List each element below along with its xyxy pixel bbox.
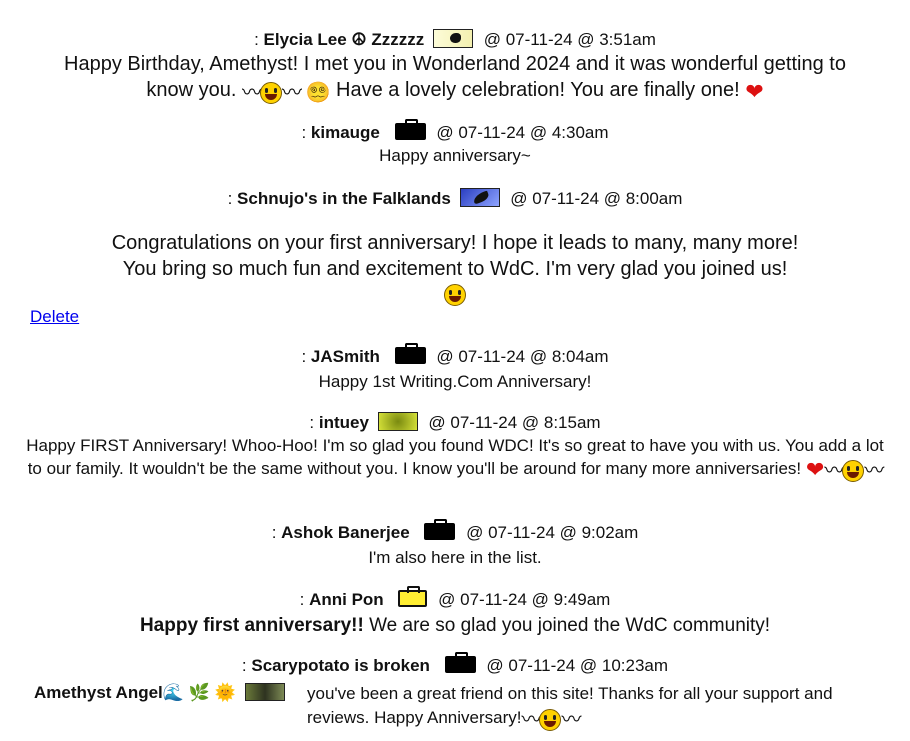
comment-header: : Anni Pon @ 07-11-24 @ 9:49am <box>299 586 611 609</box>
comment-header: : Elycia Lee ☮ Zzzzzz @ 07-11-24 @ 3:51a… <box>254 29 656 49</box>
comment-message: Happy Birthday, Amethyst! I met you in W… <box>64 53 846 104</box>
timestamp: @ 07-11-24 @ 8:00am <box>510 189 683 208</box>
signature-image-dark <box>244 683 285 701</box>
author-name[interactable]: kimauge <box>311 123 380 142</box>
hug-emoji-icon: 〰〰 <box>521 709 581 731</box>
comment-message: you've been a great friend on this site!… <box>307 684 833 731</box>
author-name[interactable]: Scarypotato is broken <box>251 656 430 675</box>
timestamp: @ 07-11-24 @ 8:15am <box>428 413 601 432</box>
comment-entry: : JASmith @ 07-11-24 @ 8:04am Happy 1st … <box>0 343 910 393</box>
timestamp: @ 07-11-24 @ 9:49am <box>438 590 611 609</box>
heart-icon: ❤ <box>745 79 764 104</box>
briefcase-icon-yellow <box>398 586 428 607</box>
comment-header: : kimauge @ 07-11-24 @ 4:30am <box>301 119 609 142</box>
comment-message: Happy anniversary~ <box>379 146 531 165</box>
dizzy-face-icon: 😵‍💫 <box>305 82 331 104</box>
author-name[interactable]: Ashok Banerjee <box>281 523 410 542</box>
comment-message: Happy FIRST Anniversary! Whoo-Hoo! I'm s… <box>26 436 884 482</box>
author-name[interactable]: intuey <box>319 413 369 432</box>
comment-header: : JASmith @ 07-11-24 @ 8:04am <box>301 343 609 366</box>
grinning-face-icon <box>444 284 466 306</box>
herb-icon: 🌿 <box>188 683 210 702</box>
comment-header: : Ashok Banerjee @ 07-11-24 @ 9:02am <box>271 519 639 542</box>
comment-message: Congratulations on your first anniversar… <box>0 230 910 308</box>
signature-name: Amethyst Angel <box>34 683 163 702</box>
briefcase-icon <box>394 119 426 140</box>
comment-message: Happy first anniversary!! We are so glad… <box>139 615 771 636</box>
briefcase-icon <box>394 343 426 364</box>
delete-container: Delete <box>30 307 79 327</box>
comment-entry: : Schnujo's in the Falklands @ 07-11-24 … <box>0 188 910 308</box>
comment-message: I'm also here in the list. <box>368 548 542 567</box>
heart-icon: ❤ <box>805 457 825 482</box>
timestamp: @ 07-11-24 @ 8:04am <box>436 347 609 366</box>
timestamp: @ 07-11-24 @ 4:30am <box>436 123 609 142</box>
hug-emoji-icon: 〰〰 <box>242 82 302 104</box>
timestamp: @ 07-11-24 @ 9:02am <box>466 523 639 542</box>
author-name[interactable]: Schnujo's in the Falklands <box>237 189 451 208</box>
comment-message: Happy 1st Writing.Com Anniversary! <box>318 372 592 391</box>
timestamp: @ 07-11-24 @ 10:23am <box>486 656 669 675</box>
comment-header: : intuey @ 07-11-24 @ 8:15am <box>309 412 601 432</box>
timestamp: @ 07-11-24 @ 3:51am <box>483 30 656 49</box>
comment-entry: : intuey @ 07-11-24 @ 8:15am Happy FIRST… <box>0 412 910 483</box>
sun-face-icon: 🌞 <box>214 683 236 702</box>
briefcase-icon <box>444 652 476 673</box>
comment-entry: : Ashok Banerjee @ 07-11-24 @ 9:02am I'm… <box>0 519 910 569</box>
comment-header: : Schnujo's in the Falklands @ 07-11-24 … <box>227 188 683 208</box>
signature-block: Amethyst Angel🌊 🌿 🌞 <box>34 682 304 704</box>
briefcase-icon <box>424 519 456 540</box>
author-name[interactable]: JASmith <box>311 347 380 366</box>
signature-image-rabbit <box>433 29 474 48</box>
signature-image-falklands <box>459 188 500 207</box>
wave-icon: 🌊 <box>162 683 184 702</box>
comment-entry: : Elycia Lee ☮ Zzzzzz @ 07-11-24 @ 3:51a… <box>0 29 910 106</box>
hug-emoji-icon: 〰〰 <box>824 460 884 482</box>
comment-entry: : Anni Pon @ 07-11-24 @ 9:49am Happy fir… <box>0 586 910 639</box>
comment-entry: : kimauge @ 07-11-24 @ 4:30am Happy anni… <box>0 119 910 167</box>
signature-image-tree <box>377 412 418 431</box>
comment-entry: : Scarypotato is broken @ 07-11-24 @ 10:… <box>0 652 910 677</box>
author-name[interactable]: Anni Pon <box>309 590 384 609</box>
comment-header: : Scarypotato is broken @ 07-11-24 @ 10:… <box>241 652 669 675</box>
delete-link[interactable]: Delete <box>30 307 79 326</box>
author-name[interactable]: Elycia Lee ☮ Zzzzzz <box>264 30 425 49</box>
